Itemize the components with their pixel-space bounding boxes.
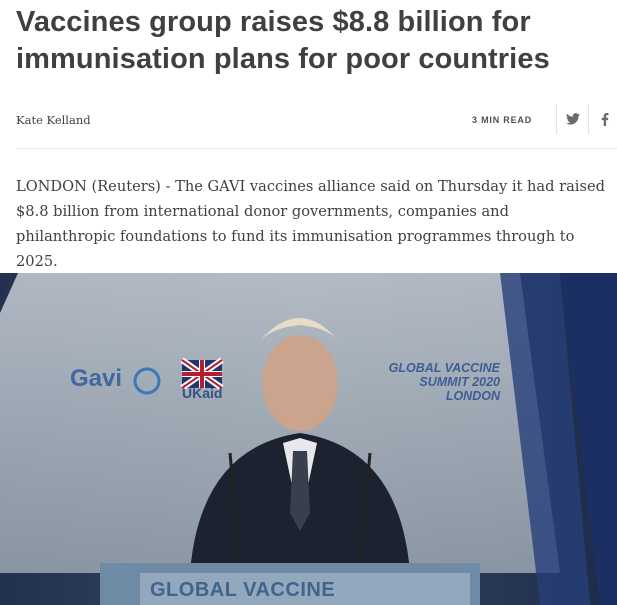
twitter-icon: [566, 113, 580, 125]
summit-line-3: LONDON: [445, 389, 500, 403]
byline-row: Kate Kelland 3 MIN READ: [16, 104, 617, 136]
facebook-icon: [601, 112, 609, 126]
article-headline: Vaccines group raises $8.8 billion for i…: [16, 6, 550, 75]
summit-sign: GLOBAL VACCINE SUMMIT 2020 LONDON: [360, 361, 500, 403]
ukaid-logo-text: UKaid: [182, 385, 223, 401]
photo-illustration: [0, 273, 617, 605]
author-name[interactable]: Kate Kelland: [16, 113, 91, 127]
article-lede: LONDON (Reuters) - The GAVI vaccines all…: [16, 178, 605, 270]
article-photo[interactable]: Gavi UKaid GLOBAL VACCINE SUMMIT 2020 LO…: [0, 273, 617, 605]
facebook-share-button[interactable]: [588, 104, 617, 134]
summit-line-1: GLOBAL VACCINE: [388, 361, 500, 375]
podium-text: GLOBAL VACCINE: [150, 579, 336, 601]
summit-line-2: SUMMIT 2020: [419, 375, 500, 389]
gavi-logo-text: Gavi: [70, 365, 123, 392]
read-time: 3 MIN READ: [472, 115, 533, 125]
twitter-share-button[interactable]: [556, 104, 589, 134]
divider: [16, 148, 617, 149]
